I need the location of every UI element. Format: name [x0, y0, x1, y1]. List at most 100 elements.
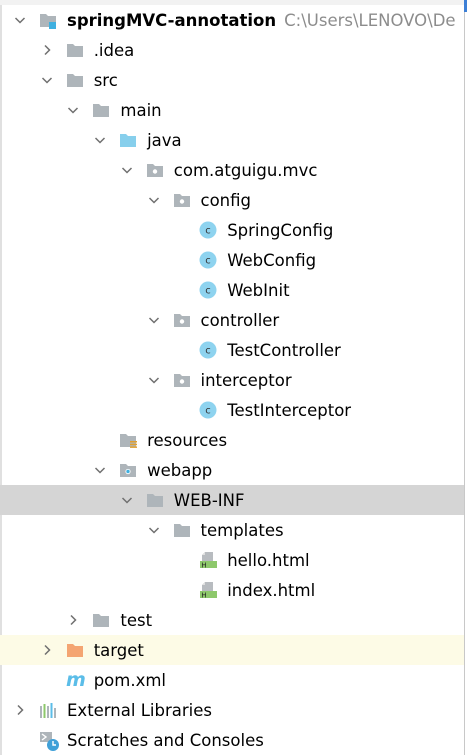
- svg-text:c: c: [205, 286, 211, 297]
- tree-item-label: config: [200, 190, 252, 210]
- tree-item-testinterceptor[interactable]: c TestInterceptor: [0, 395, 464, 425]
- package-icon: [173, 371, 191, 389]
- chevron-down-icon[interactable]: [39, 72, 55, 88]
- chevron-right-icon[interactable]: [39, 642, 55, 658]
- tree-item-hello-html[interactable]: Hhello.html: [0, 545, 464, 575]
- tree-item-pom-xml[interactable]: m pom.xml: [0, 665, 464, 695]
- html-file-icon: H: [199, 551, 218, 569]
- tree-item-webconfig[interactable]: c WebConfig: [0, 245, 464, 275]
- package-icon: [146, 161, 164, 179]
- chevron-right-icon[interactable]: [39, 42, 55, 58]
- tree-item-springmvc-annotation[interactable]: springMVC-annotation C:\Users\LENOVO\De: [0, 5, 464, 35]
- tree-item-main[interactable]: main: [0, 95, 464, 125]
- tree-item-label: TestController: [227, 340, 341, 360]
- tree-item-resources[interactable]: resources: [0, 425, 464, 455]
- chevron-right-icon[interactable]: [65, 612, 81, 628]
- tree-item-label: java: [147, 130, 182, 150]
- tree-item-label: TestInterceptor: [227, 400, 352, 420]
- web-folder-icon: [119, 461, 137, 479]
- chevron-down-icon[interactable]: [12, 12, 28, 28]
- tree-item-src[interactable]: src: [0, 65, 464, 95]
- tree-item-label: WEB-INF: [173, 490, 245, 510]
- svg-text:c: c: [205, 406, 211, 417]
- source-folder-icon: [119, 131, 137, 149]
- svg-text:H: H: [202, 561, 207, 569]
- project-tree: springMVC-annotation C:\Users\LENOVO\De .i…: [0, 5, 464, 755]
- svg-text:H: H: [202, 591, 207, 599]
- tree-item-testcontroller[interactable]: c TestController: [0, 335, 464, 365]
- tree-item-test[interactable]: test: [0, 605, 464, 635]
- tree-item-target[interactable]: target: [0, 635, 464, 665]
- folder-icon: [146, 491, 164, 509]
- chevron-down-icon[interactable]: [146, 522, 162, 538]
- tree-item-label: com.atguigu.mvc: [173, 160, 318, 180]
- chevron-down-icon[interactable]: [92, 132, 108, 148]
- tree-item-idea[interactable]: .idea: [0, 35, 464, 65]
- chevron-down-icon[interactable]: [119, 492, 135, 508]
- tree-item-label: src: [93, 70, 118, 90]
- tree-item-web-inf[interactable]: WEB-INF: [0, 485, 464, 515]
- tree-item-webinit[interactable]: c WebInit: [0, 275, 464, 305]
- tree-item-label: resources: [147, 430, 228, 450]
- package-icon: [173, 191, 191, 209]
- tree-item-controller[interactable]: controller: [0, 305, 464, 335]
- folder-icon: [92, 611, 110, 629]
- tree-item-external-libraries[interactable]: External Libraries: [0, 695, 464, 725]
- chevron-right-icon[interactable]: [12, 702, 28, 718]
- tree-item-label: test: [120, 610, 153, 630]
- tree-item-label: controller: [200, 310, 280, 330]
- chevron-down-icon[interactable]: [146, 192, 162, 208]
- tree-item-label: WebConfig: [227, 250, 317, 270]
- tree-item-label: webapp: [147, 460, 213, 480]
- class-icon: c: [199, 341, 217, 359]
- tree-item-templates[interactable]: templates: [0, 515, 464, 545]
- tree-item-label: External Libraries: [67, 700, 212, 720]
- excluded-folder-icon: [66, 641, 84, 659]
- tree-item-java[interactable]: java: [0, 125, 464, 155]
- scratches-icon: [39, 731, 59, 751]
- chevron-down-icon[interactable]: [146, 372, 162, 388]
- svg-text:c: c: [205, 226, 211, 237]
- tree-item-com-atguigu-mvc[interactable]: com.atguigu.mvc: [0, 155, 464, 185]
- class-icon: c: [199, 221, 217, 239]
- chevron-down-icon[interactable]: [65, 102, 81, 118]
- tree-item-webapp[interactable]: webapp: [0, 455, 464, 485]
- tree-item-config[interactable]: config: [0, 185, 464, 215]
- class-icon: c: [199, 251, 217, 269]
- class-icon: c: [199, 281, 217, 299]
- tree-item-label: index.html: [227, 580, 316, 600]
- tree-item-label: Scratches and Consoles: [67, 730, 264, 750]
- package-icon: [173, 311, 191, 329]
- tree-item-label: .idea: [93, 40, 135, 60]
- maven-icon: m: [66, 669, 86, 691]
- svg-text:c: c: [205, 346, 211, 357]
- tree-item-index-html[interactable]: Hindex.html: [0, 575, 464, 605]
- tree-item-label: WebInit: [227, 280, 290, 300]
- tree-item-label: target: [93, 640, 144, 660]
- tree-item-interceptor[interactable]: interceptor: [0, 365, 464, 395]
- tree-item-label: pom.xml: [93, 670, 166, 690]
- tree-item-label: templates: [200, 520, 284, 540]
- resources-folder-icon: [119, 431, 138, 449]
- scrollbar-track[interactable]: [464, 0, 465, 755]
- chevron-down-icon[interactable]: [92, 462, 108, 478]
- html-file-icon: H: [199, 581, 218, 599]
- folder-icon: [173, 521, 191, 539]
- tree-item-scratches-and-consoles[interactable]: Scratches and Consoles: [0, 725, 464, 755]
- tree-item-springconfig[interactable]: c SpringConfig: [0, 215, 464, 245]
- chevron-down-icon[interactable]: [146, 312, 162, 328]
- chevron-down-icon[interactable]: [119, 162, 135, 178]
- svg-text:m: m: [66, 671, 86, 689]
- folder-icon: [66, 41, 84, 59]
- tree-item-label: interceptor: [200, 370, 292, 390]
- tree-item-label: main: [120, 100, 162, 120]
